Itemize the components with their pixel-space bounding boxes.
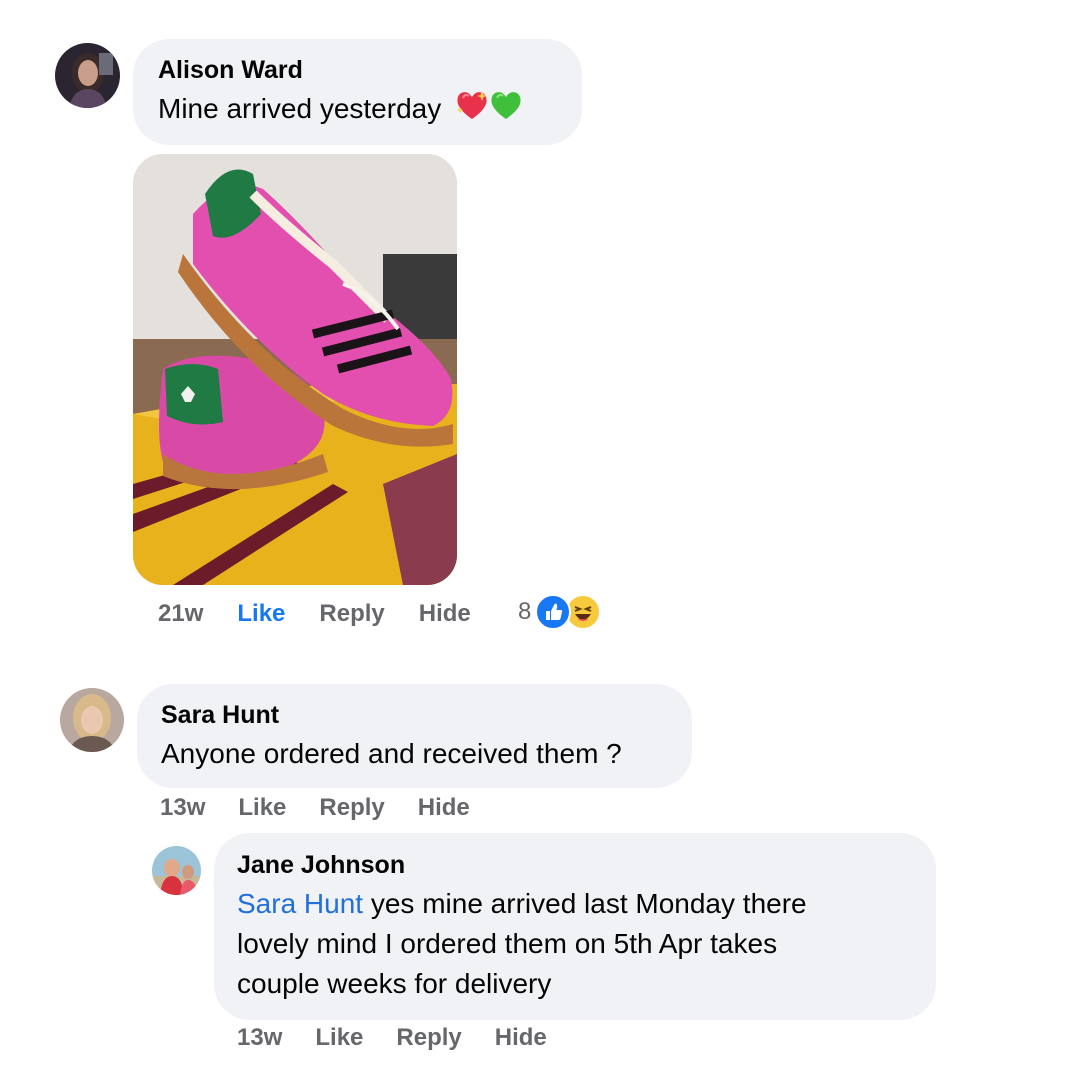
reply-timestamp[interactable]: 13w	[237, 1024, 282, 1052]
comment-text: Mine arrived yesterday	[158, 89, 523, 132]
comment-author[interactable]: Alison Ward	[158, 56, 303, 85]
comment-author[interactable]: Sara Hunt	[161, 701, 279, 730]
sparkling-heart-icon	[455, 89, 489, 132]
hide-button[interactable]: Hide	[419, 600, 471, 628]
reply-text-line: yes mine arrived last Monday there	[363, 888, 807, 919]
reply-button[interactable]: Reply	[319, 794, 384, 822]
comment-photo[interactable]	[133, 154, 457, 585]
reply-text-line: lovely mind I ordered them on 5th Apr ta…	[237, 928, 778, 959]
reaction-summary[interactable]: 8	[518, 594, 602, 630]
like-button[interactable]: Like	[237, 600, 285, 628]
hide-button[interactable]: Hide	[495, 1024, 547, 1052]
reply-text: Sara Hunt yes mine arrived last Monday t…	[237, 884, 927, 1004]
comment-text: Anyone ordered and received them ?	[161, 738, 622, 769]
comment-actions: 13w Like Reply Hide	[160, 794, 470, 822]
like-icon	[535, 594, 572, 630]
reaction-count: 8	[518, 598, 532, 625]
avatar[interactable]	[55, 43, 120, 108]
reply-author[interactable]: Jane Johnson	[237, 851, 405, 880]
comment-text-content: Mine arrived yesterday	[158, 93, 442, 124]
green-heart-icon	[489, 89, 523, 132]
comment-timestamp[interactable]: 13w	[160, 794, 205, 822]
reply-actions: 13w Like Reply Hide	[237, 1024, 547, 1052]
reply-text-line: couple weeks for delivery	[237, 968, 552, 999]
like-button[interactable]: Like	[315, 1024, 363, 1052]
like-button[interactable]: Like	[238, 794, 286, 822]
mention-link[interactable]: Sara Hunt	[237, 888, 363, 919]
comment-actions: 21w Like Reply Hide	[158, 600, 471, 628]
reply-button[interactable]: Reply	[319, 600, 384, 628]
avatar[interactable]	[60, 688, 124, 752]
avatar[interactable]	[152, 846, 201, 895]
hide-button[interactable]: Hide	[418, 794, 470, 822]
reply-button[interactable]: Reply	[396, 1024, 461, 1052]
comment-timestamp[interactable]: 21w	[158, 600, 203, 628]
